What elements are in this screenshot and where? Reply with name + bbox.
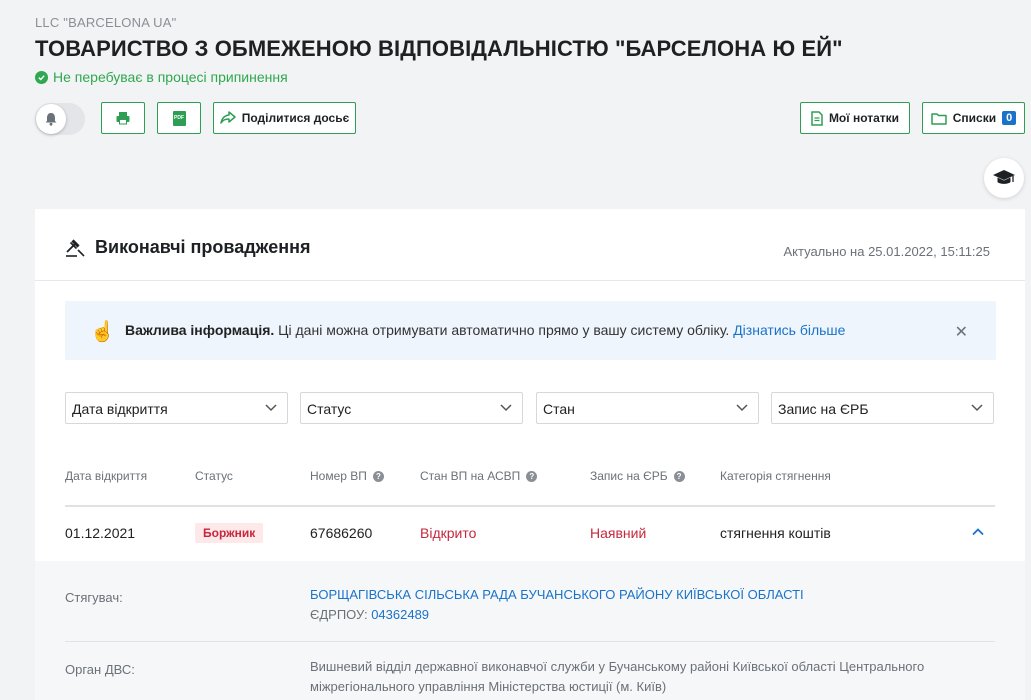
help-icon[interactable]: ?: [372, 470, 384, 482]
row-details: Стягувач: БОРЩАГІВСЬКА СІЛЬСЬКА РАДА БУЧ…: [35, 561, 1025, 700]
help-icon[interactable]: ?: [673, 470, 685, 482]
row-open-date: 01.12.2021: [65, 525, 136, 541]
page-title: ТОВАРИСТВО З ОБМЕЖЕНОЮ ВІДПОВІДАЛЬНІСТЮ …: [35, 36, 843, 61]
edrpou-label: ЄДРПОУ:: [310, 607, 372, 622]
help-icon[interactable]: ?: [526, 470, 538, 482]
edrpou-link[interactable]: 04362489: [371, 607, 429, 622]
actual-date: Актуально на 25.01.2022, 15:11:25: [783, 244, 990, 259]
card-title: Виконавчі провадження: [65, 237, 310, 258]
col-header-asvp-state: Стан ВП на АСВП?: [420, 469, 538, 483]
col-header-status: Статус: [195, 469, 233, 483]
col-header-erb: Запис на ЄРБ?: [590, 469, 685, 483]
company-status: Не перебуває в процесі припинення: [35, 69, 288, 85]
gavel-icon: [66, 238, 85, 257]
close-icon[interactable]: ✕: [955, 322, 968, 342]
status-badge: Боржник: [195, 523, 264, 543]
print-icon: [116, 112, 130, 125]
filter-status-label: Статус: [307, 401, 352, 417]
check-circle-icon: [35, 70, 48, 84]
share-dossier-label: Поділитися досьє: [241, 111, 350, 125]
col-header-category: Категорія стягнення: [720, 469, 831, 483]
chevron-down-icon: [265, 404, 277, 412]
collector-edrpou: ЄДРПОУ: 04362489: [310, 605, 804, 625]
col-header-number-text: Номер ВП: [310, 469, 367, 483]
chevron-up-icon[interactable]: [971, 525, 985, 539]
print-button[interactable]: [101, 102, 145, 134]
row-category: стягнення коштів: [720, 525, 831, 541]
chevron-down-icon: [500, 404, 512, 412]
filter-erb[interactable]: Запис на ЄРБ: [771, 392, 994, 424]
lists-button[interactable]: Списки 0: [922, 102, 1025, 134]
col-header-asvp-state-text: Стан ВП на АСВП: [420, 469, 521, 483]
dvs-label: Орган ДВС:: [65, 662, 135, 677]
info-body: Ці дані можна отримувати автоматично пря…: [274, 322, 734, 338]
pdf-icon: PDF: [172, 110, 186, 126]
collector-label: Стягувач:: [65, 590, 123, 605]
bell-icon: [36, 104, 66, 134]
learn-more-link[interactable]: Дізнатись більше: [733, 322, 845, 338]
filter-state[interactable]: Стан: [536, 392, 759, 424]
info-banner: ☝ Важлива інформація. Ці дані можна отри…: [65, 301, 996, 360]
header-divider: [65, 505, 995, 507]
pdf-icon-label: PDF: [174, 115, 184, 121]
row-number: 67686260: [310, 525, 373, 541]
status-text: Не перебуває в процесі припинення: [53, 69, 288, 85]
filter-open-date[interactable]: Дата відкриття: [65, 392, 288, 424]
chevron-down-icon: [736, 404, 748, 412]
dvs-line-1: Вишневий відділ державної виконавчої слу…: [310, 659, 925, 674]
filter-erb-label: Запис на ЄРБ: [778, 401, 869, 417]
dvs-line-2: міжрегіонального управління Міністерства…: [310, 679, 667, 694]
note-icon: [811, 110, 823, 126]
info-bold: Важлива інформація.: [125, 322, 275, 338]
col-header-number: Номер ВП?: [310, 469, 384, 483]
card-header: Виконавчі провадження Актуально на 25.01…: [35, 209, 1025, 281]
row-state: Відкрито: [420, 525, 477, 541]
info-text: Важлива інформація. Ці дані можна отриму…: [125, 322, 845, 338]
folder-icon: [931, 112, 947, 125]
notification-toggle[interactable]: [35, 103, 85, 135]
detail-divider: [65, 641, 995, 642]
collector-name-link[interactable]: БОРЩАГІВСЬКА СІЛЬСЬКА РАДА БУЧАНСЬКОГО Р…: [310, 585, 804, 605]
pointing-hand-icon: ☝: [90, 321, 115, 343]
filter-open-date-label: Дата відкриття: [72, 401, 168, 417]
tutorial-button[interactable]: [984, 158, 1024, 198]
share-icon: [220, 111, 236, 124]
enforcement-card: Виконавчі провадження Актуально на 25.01…: [35, 209, 1025, 700]
company-subtitle: LLC "BARCELONA UA": [35, 15, 177, 30]
my-notes-button[interactable]: Мої нотатки: [800, 102, 910, 134]
pdf-button[interactable]: PDF: [157, 102, 201, 134]
share-dossier-button[interactable]: Поділитися досьє: [213, 102, 356, 134]
col-header-status-text: Статус: [195, 469, 233, 483]
my-notes-label: Мої нотатки: [828, 111, 900, 125]
col-header-category-text: Категорія стягнення: [720, 469, 831, 483]
row-erb: Наявний: [590, 525, 647, 541]
lists-label: Списки: [952, 111, 997, 125]
col-header-open-date-text: Дата відкриття: [65, 469, 148, 483]
card-title-text: Виконавчі провадження: [95, 237, 311, 257]
chevron-down-icon: [971, 404, 983, 412]
graduation-cap-icon: [993, 170, 1015, 184]
filter-state-label: Стан: [543, 401, 575, 417]
col-header-erb-text: Запис на ЄРБ: [590, 469, 668, 483]
dvs-value: Вишневий відділ державної виконавчої слу…: [310, 657, 924, 697]
col-header-open-date: Дата відкриття: [65, 469, 147, 483]
lists-count-badge: 0: [1002, 111, 1017, 125]
collector-value: БОРЩАГІВСЬКА СІЛЬСЬКА РАДА БУЧАНСЬКОГО Р…: [310, 585, 804, 625]
filter-status[interactable]: Статус: [300, 392, 523, 424]
